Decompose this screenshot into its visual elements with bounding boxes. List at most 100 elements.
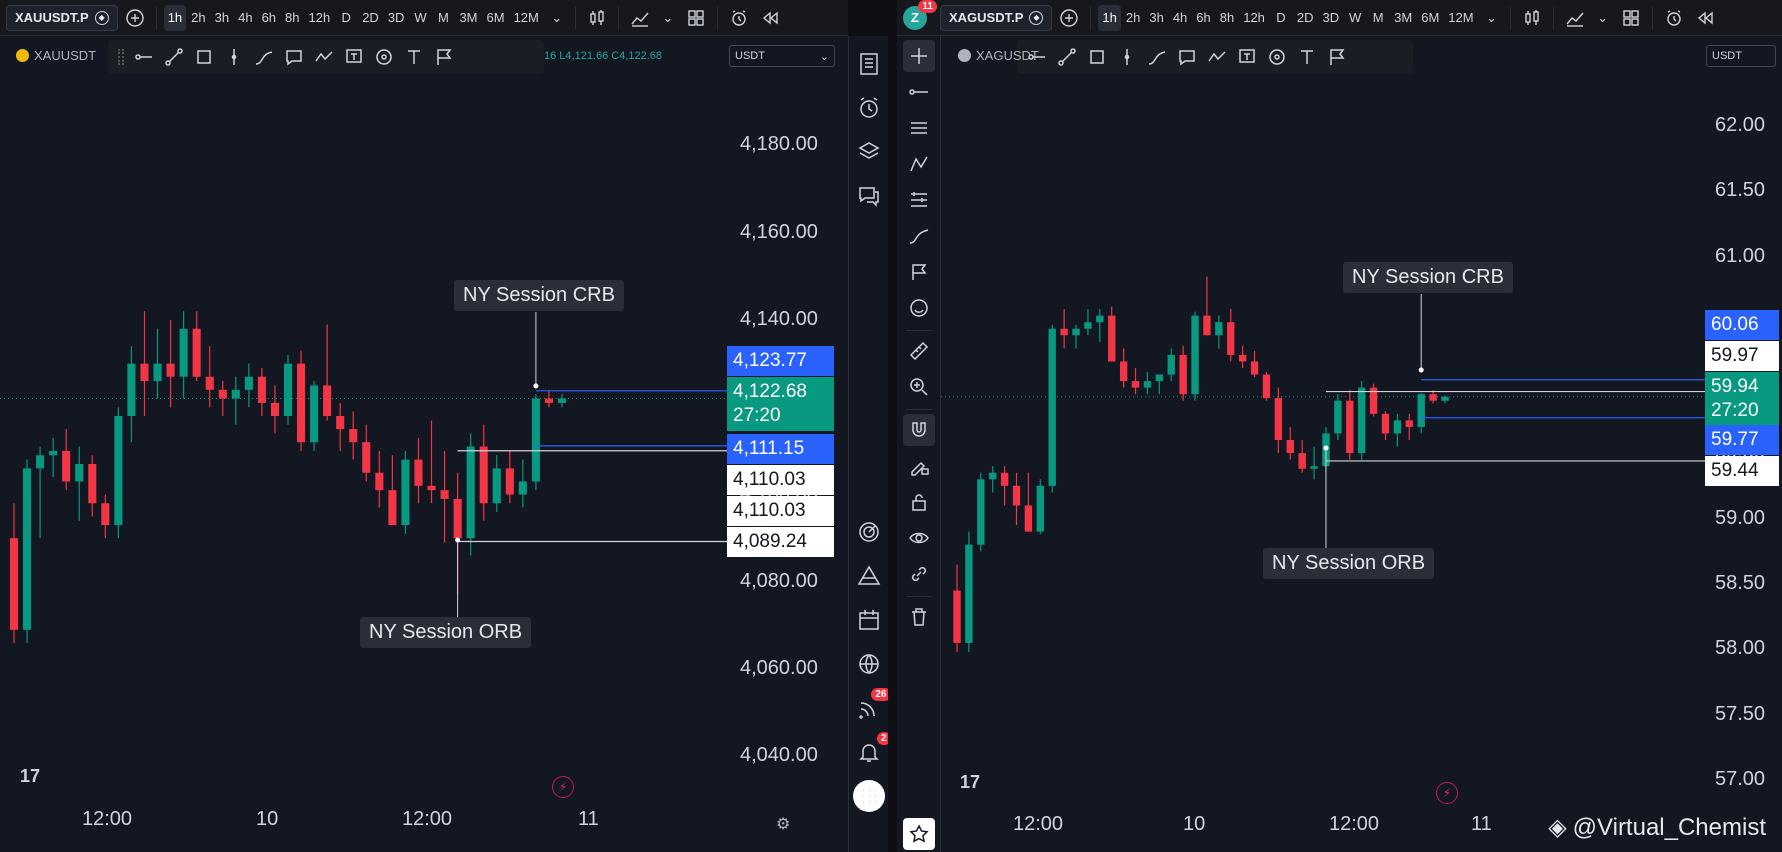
lightning-icon[interactable]: ⚡ <box>1436 782 1458 804</box>
pine-editor-icon[interactable] <box>853 560 885 592</box>
notifications-bell-icon[interactable]: 2 <box>853 732 891 768</box>
price-tag-value: 60.06 <box>1711 314 1759 335</box>
candle-body <box>1096 315 1104 323</box>
price-axis-label: 4,160.00 <box>740 220 818 243</box>
candle-body <box>36 455 45 469</box>
apps-grid-icon[interactable] <box>852 780 885 812</box>
watermark-text: @Virtual_Chemist <box>1572 813 1766 841</box>
left-crb-callout[interactable]: NY Session CRB <box>454 280 624 311</box>
price-axis-label: 61.50 <box>1715 179 1766 202</box>
candle-body <box>518 481 527 495</box>
lock-icon[interactable] <box>903 486 935 518</box>
candle-body <box>1393 420 1402 434</box>
candle-body <box>1286 440 1294 454</box>
candle-body <box>1131 381 1140 388</box>
fib-icon[interactable] <box>903 184 935 216</box>
pane-divider[interactable] <box>888 0 897 852</box>
candle-countdown: 27:20 <box>1711 400 1759 421</box>
price-tag-value: 4,089.24 <box>733 531 807 552</box>
alarm-clock-icon[interactable] <box>853 92 885 124</box>
candle-body <box>1119 361 1128 382</box>
author-watermark: ◈ @Virtual_Chemist <box>1548 813 1766 842</box>
lock-pencil-icon[interactable] <box>903 450 935 482</box>
candle-body <box>531 398 540 482</box>
watchlist-icon[interactable] <box>853 48 885 80</box>
price-tag-value: 4,110.03 <box>733 500 806 521</box>
right-crb-callout[interactable]: NY Session CRB <box>1343 262 1513 293</box>
price-axis-label: 4,140.00 <box>740 308 818 330</box>
chat-icon[interactable] <box>853 180 885 212</box>
ruler-icon[interactable] <box>903 335 935 367</box>
price-axis-label: 57.00 <box>1715 768 1766 791</box>
toolbar-divider <box>905 330 932 331</box>
zoom-in-icon[interactable] <box>903 371 935 403</box>
right-chart-pane: Z 11 XAGUSDT.P ◆ 1h 2h 3h 4h 6h 8h 12h D 2D 3D W M 3… <box>897 0 1782 852</box>
globe-icon[interactable] <box>853 648 885 680</box>
candle-body <box>414 459 423 486</box>
candle-body <box>1250 361 1259 375</box>
crosshair-icon[interactable] <box>902 40 935 72</box>
star-icon[interactable] <box>902 818 935 850</box>
candle-body <box>375 472 384 491</box>
radar-icon[interactable] <box>853 516 885 548</box>
settings-gear-icon[interactable]: ⚙ <box>776 814 790 834</box>
toolbar-divider <box>905 409 932 410</box>
price-axis-label: 59.00 <box>1715 506 1766 529</box>
price-tag-green: 4,122.68 27:20 <box>727 377 834 431</box>
candle-body <box>114 416 123 526</box>
crb-anchor-dot <box>1418 367 1424 373</box>
layers-icon[interactable] <box>853 136 885 168</box>
candle-body <box>1227 322 1235 355</box>
candle-body <box>205 376 214 390</box>
lightning-icon[interactable]: ⚡ <box>552 776 574 798</box>
trash-icon[interactable] <box>903 601 935 633</box>
time-axis-label: 12:00 <box>1013 813 1064 835</box>
price-tag-white: 4,110.03 <box>727 496 834 526</box>
candle-body <box>1000 472 1009 486</box>
price-tag-value: 4,110.03 <box>733 469 806 490</box>
price-axis-label: 58.00 <box>1715 637 1766 660</box>
price-axis-label: 4,040.00 <box>740 744 818 767</box>
price-tag-value: 4,122.68 <box>733 381 807 402</box>
emoji-icon[interactable] <box>903 292 935 324</box>
candle-body <box>297 363 306 443</box>
candle-body <box>544 398 553 403</box>
price-tag-value: 59.97 <box>1711 345 1759 366</box>
right-side-toolbar: 26 2 <box>848 36 891 852</box>
right-orb-callout[interactable]: NY Session ORB <box>1263 548 1435 579</box>
price-tag-value: 4,111.15 <box>733 438 805 459</box>
candle-body <box>1357 387 1366 454</box>
pattern-icon[interactable] <box>903 148 935 180</box>
candle-body <box>218 389 227 399</box>
price-tag-value: 59.94 <box>1711 376 1759 397</box>
right-price-chart[interactable] <box>897 0 1782 852</box>
left-price-chart[interactable] <box>0 0 848 852</box>
price-tag-white: 4,089.24 <box>727 527 834 557</box>
brush-icon[interactable] <box>903 220 935 252</box>
parallel-channel-icon[interactable] <box>903 112 935 144</box>
left-orb-callout[interactable]: NY Session ORB <box>360 617 532 648</box>
candle-body <box>492 468 501 504</box>
eye-icon[interactable] <box>903 522 935 554</box>
horizontal-ray-icon[interactable] <box>903 76 935 108</box>
magnet-icon[interactable] <box>902 414 935 446</box>
price-axis-label: 4,080.00 <box>740 569 818 592</box>
candle-body <box>257 376 266 403</box>
candle-body <box>1048 328 1056 486</box>
candle-body <box>270 402 279 416</box>
calendar-icon[interactable] <box>853 604 885 636</box>
price-tag-green: 59.94 27:20 <box>1705 372 1779 426</box>
stream-icon[interactable]: 26 <box>853 688 891 724</box>
flag-icon[interactable] <box>903 256 935 288</box>
candle-body <box>1310 466 1318 469</box>
candle-body <box>1191 315 1199 395</box>
price-tag-blue: 4,123.77 <box>727 346 834 376</box>
link-icon[interactable] <box>903 558 935 590</box>
candle-body <box>1238 354 1247 362</box>
candle-body <box>323 385 332 416</box>
candle-body <box>140 363 149 382</box>
price-tag-blue: 4,111.15 <box>727 434 834 464</box>
time-axis-label: 12:00 <box>82 808 133 830</box>
candle-body <box>1179 354 1187 395</box>
candle-body <box>101 503 110 526</box>
